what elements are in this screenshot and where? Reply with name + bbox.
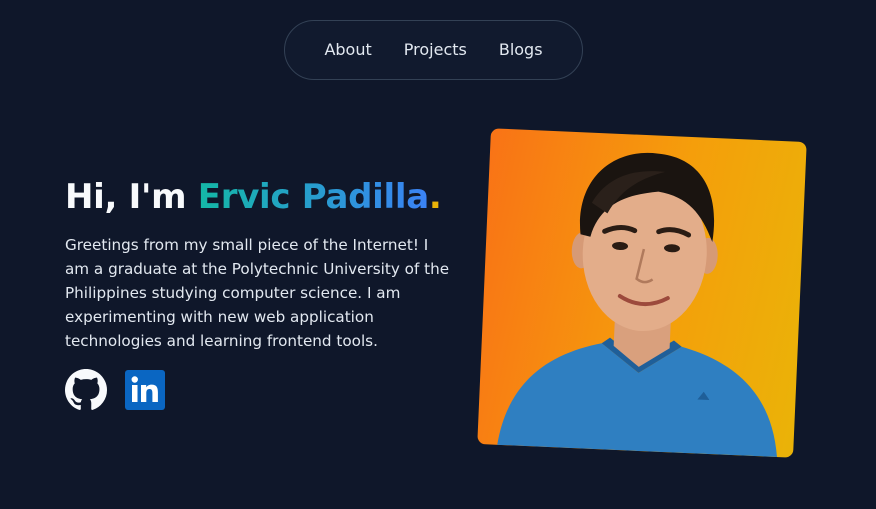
hero-greeting: Hi, I'm bbox=[65, 177, 198, 217]
linkedin-icon bbox=[125, 370, 165, 410]
top-nav: About Projects Blogs bbox=[284, 20, 583, 80]
nav-item-projects[interactable]: Projects bbox=[388, 20, 483, 80]
hero-title: Hi, I'm Ervic Padilla. bbox=[65, 176, 442, 218]
hero-name: Ervic Padilla bbox=[197, 177, 429, 217]
linkedin-link[interactable] bbox=[124, 369, 166, 411]
nav-item-about[interactable]: About bbox=[308, 20, 387, 80]
hero-punctuation: . bbox=[428, 177, 442, 217]
page: About Projects Blogs Hi, I'm Ervic Padil… bbox=[0, 0, 876, 509]
nav-item-blogs[interactable]: Blogs bbox=[483, 20, 559, 80]
hero-intro: Greetings from my small piece of the Int… bbox=[65, 236, 450, 350]
profile-photo bbox=[477, 128, 807, 458]
person-illustration bbox=[497, 152, 777, 458]
github-icon bbox=[65, 369, 107, 410]
github-link[interactable] bbox=[65, 369, 107, 411]
social-links bbox=[65, 369, 166, 411]
